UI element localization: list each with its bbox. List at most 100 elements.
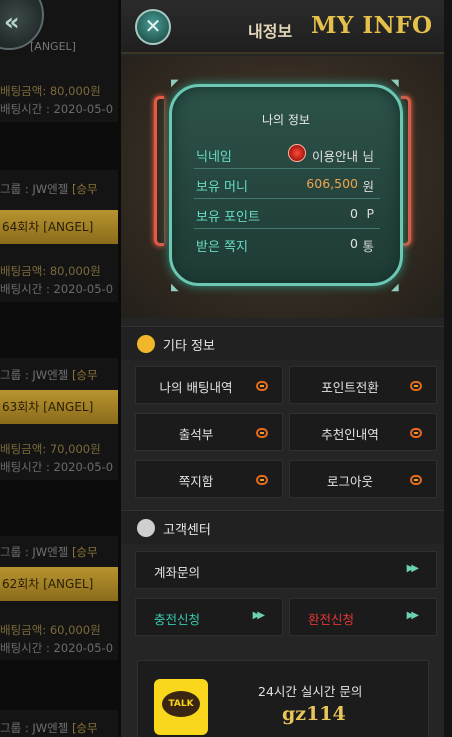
bet-amount: 배팅금액: 80,000원 [0, 264, 101, 278]
kakao-id: gz114 [282, 703, 346, 725]
attendance-button[interactable]: 출석부 [135, 413, 283, 451]
button-label: 쪽지함 [178, 474, 214, 489]
money-unit: 원 [362, 179, 374, 194]
point-convert-button[interactable]: 포인트전환 [289, 366, 437, 404]
point-unit: P [366, 206, 374, 221]
close-x-icon: ✕ [144, 14, 162, 38]
bet-status: [승무 [71, 721, 98, 735]
point-row: 보유 포인트 0 P [194, 199, 380, 229]
kakao-contact-card[interactable]: TALK 24시간 실시간 문의 gz114 [137, 660, 429, 737]
kakao-talk-icon: TALK [154, 679, 208, 735]
bet-group-text: 그룹 : JW엔젤 [0, 368, 72, 382]
corner-arrow-icon: ◥ [391, 78, 399, 89]
account-inquiry-button[interactable]: 계좌문의 ▶▶ [135, 551, 437, 589]
calendar-icon [137, 335, 155, 353]
bet-time: 배팅시간 : 2020-05-0 [0, 460, 114, 474]
corner-arrow-icon: ◢ [391, 282, 399, 293]
info-box-title: 나의 정보 [262, 113, 310, 127]
bet-time: 배팅시간 : 2020-05-0 [0, 641, 114, 655]
bet-group: 그룹 : JW엔젤 [승무 [0, 720, 118, 736]
message-label: 받은 쪽지 [196, 240, 248, 255]
bet-round-header[interactable]: 63회차 [ANGEL] [0, 390, 118, 424]
money-row: 보유 머니 606,500 원 [194, 169, 380, 199]
message-box-button[interactable]: 쪽지함 [135, 460, 283, 498]
button-label: 충전신청 [154, 612, 201, 627]
bet-amount: 배팅금액: 80,000원 [0, 84, 101, 98]
message-row: 받은 쪽지 0 통 [194, 229, 380, 259]
minus-indicator-icon [410, 381, 422, 391]
chevron-left-icon: « [4, 8, 20, 36]
nickname-value: 이용안내 [311, 149, 358, 164]
minus-indicator-icon [256, 428, 268, 438]
my-info-box: 나의 정보 닉네임 이용안내 님 보유 머니 606,500 원 보유 포인트 … [169, 84, 403, 286]
kakao-logo-text: TALK [162, 691, 200, 717]
button-label: 환전신청 [308, 612, 355, 627]
button-label: 로그아웃 [326, 474, 373, 489]
bet-status: [승무 [71, 545, 98, 559]
app-root: « [ANGEL] 배팅금액: 80,000원 배팅시간 : 2020-05-0… [0, 0, 452, 737]
referral-history-button[interactable]: 추천인내역 [289, 413, 437, 451]
double-arrow-icon: ▶▶ [252, 610, 266, 621]
list-top-text: [ANGEL] [30, 40, 76, 53]
bet-group: 그룹 : JW엔젤 [승무 [0, 181, 118, 197]
money-value: 606,500 [306, 176, 358, 191]
bet-status: [승무 [71, 368, 98, 382]
customer-center-title: 고객센터 [163, 523, 211, 538]
close-button[interactable]: ✕ [135, 9, 171, 45]
list-divider [0, 660, 118, 710]
list-divider [0, 302, 118, 358]
bet-time: 배팅시간 : 2020-05-0 [0, 102, 114, 116]
info-area: ◤ ◥ ◣ ◢ 나의 정보 닉네임 이용안내 님 보유 머니 606,500 원 [121, 56, 444, 318]
message-value: 0 [350, 236, 358, 251]
button-label: 계좌문의 [154, 565, 201, 580]
panel-header: ✕ 내정보 MY INFO [121, 0, 444, 54]
charge-request-button[interactable]: 충전신청 ▶▶ [135, 598, 283, 636]
bet-time: 배팅시간 : 2020-05-0 [0, 282, 114, 296]
corner-arrow-icon: ◤ [171, 78, 179, 89]
frame-bracket-left [154, 96, 164, 246]
list-divider [0, 122, 118, 170]
minus-indicator-icon [410, 475, 422, 485]
panel-title-en: MY INFO [311, 12, 433, 39]
button-label: 나의 배팅내역 [159, 380, 233, 395]
nickname-row: 닉네임 이용안내 님 [194, 139, 380, 169]
bet-round-header[interactable]: 62회차 [ANGEL] [0, 567, 118, 601]
nickname-label: 닉네임 [196, 150, 232, 165]
point-value: 0 [350, 206, 358, 221]
logout-button[interactable]: 로그아웃 [289, 460, 437, 498]
button-label: 출석부 [178, 427, 214, 442]
money-label: 보유 머니 [196, 180, 248, 195]
bet-group-text: 그룹 : JW엔젤 [0, 182, 72, 196]
point-label: 보유 포인트 [196, 210, 260, 225]
bet-round-header[interactable]: 64회차 [ANGEL] [0, 210, 118, 244]
etc-info-title: 기타 정보 [163, 339, 215, 354]
bet-group: 그룹 : JW엔젤 [승무 [0, 544, 118, 560]
my-betting-history-button[interactable]: 나의 배팅내역 [135, 366, 283, 404]
bet-amount: 배팅금액: 70,000원 [0, 442, 101, 456]
panel-title-kr: 내정보 [248, 22, 293, 41]
kakao-caption: 24시간 실시간 문의 [258, 684, 363, 699]
bet-status: [승무 [71, 182, 98, 196]
bet-group-text: 그룹 : JW엔젤 [0, 545, 72, 559]
phone-icon [137, 519, 155, 537]
list-divider [0, 480, 118, 536]
button-label: 포인트전환 [321, 380, 379, 395]
double-arrow-icon: ▶▶ [406, 563, 420, 574]
etc-info-header: 기타 정보 [121, 326, 444, 360]
customer-center-header: 고객센터 [121, 510, 444, 544]
minus-indicator-icon [256, 381, 268, 391]
double-arrow-icon: ▶▶ [406, 610, 420, 621]
betting-history-list: « [ANGEL] 배팅금액: 80,000원 배팅시간 : 2020-05-0… [0, 0, 118, 737]
my-info-panel: ✕ 내정보 MY INFO ◤ ◥ ◣ ◢ 나의 정보 닉네임 이용안내 님 보… [118, 0, 452, 737]
message-unit: 통 [362, 239, 374, 254]
bet-group: 그룹 : JW엔젤 [승무 [0, 367, 118, 383]
exchange-request-button[interactable]: 환전신청 ▶▶ [289, 598, 437, 636]
button-label: 추천인내역 [321, 427, 379, 442]
minus-indicator-icon [256, 475, 268, 485]
bet-amount: 배팅금액: 60,000원 [0, 623, 101, 637]
nickname-suffix: 님 [362, 149, 374, 164]
bet-group-text: 그룹 : JW엔젤 [0, 721, 72, 735]
corner-arrow-icon: ◣ [171, 282, 179, 293]
level-badge-icon [288, 144, 306, 162]
minus-indicator-icon [410, 428, 422, 438]
